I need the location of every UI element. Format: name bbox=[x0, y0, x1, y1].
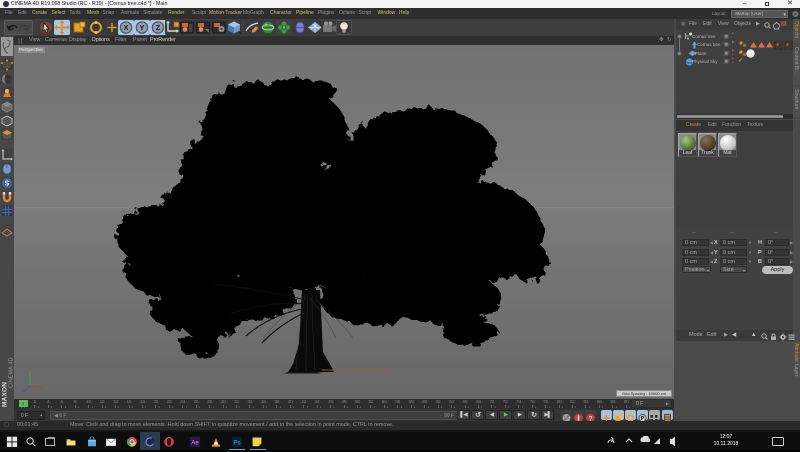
svg-text:Z: Z bbox=[156, 23, 161, 32]
svg-text:S: S bbox=[5, 181, 10, 188]
svg-text:Ps: Ps bbox=[233, 440, 240, 447]
svg-text:Ae: Ae bbox=[191, 440, 199, 447]
svg-text:Y: Y bbox=[139, 23, 144, 32]
svg-text:X: X bbox=[123, 23, 128, 32]
svg-text:MAXON: MAXON bbox=[2, 382, 9, 407]
